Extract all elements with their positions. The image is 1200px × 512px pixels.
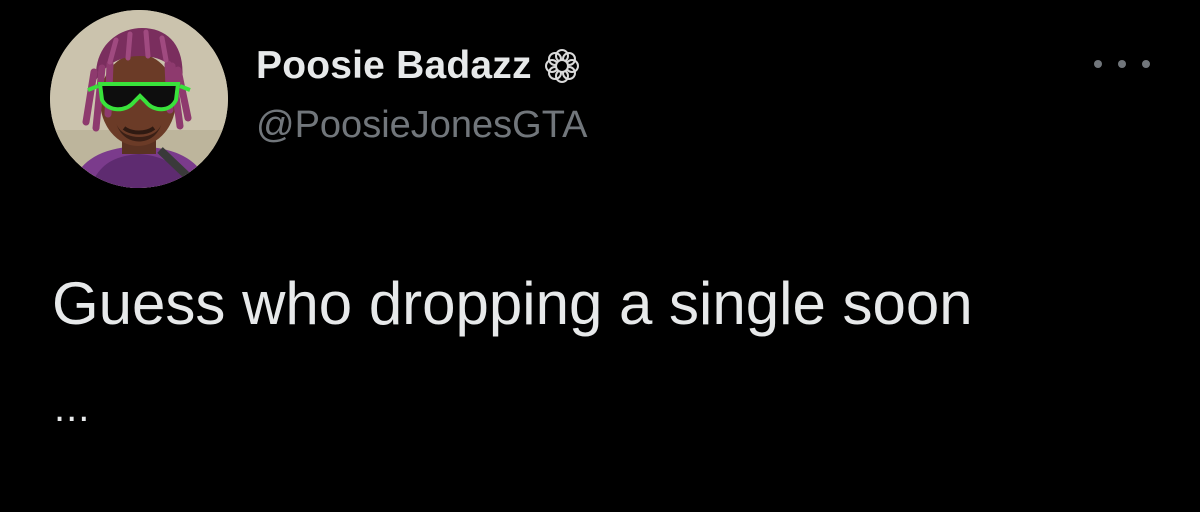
flower-icon [542,46,582,86]
more-options-icon[interactable] [1094,52,1150,76]
user-handle[interactable]: @PoosieJonesGTA [256,104,587,147]
tweet-ellipsis: ... [54,386,91,430]
display-name-row: Poosie Badazz [256,40,587,92]
more-dot [1118,60,1126,68]
tweet-card: Poosie Badazz @PoosieJonesGTA Guess who … [0,0,1200,512]
display-name[interactable]: Poosie Badazz [256,44,532,88]
more-dot [1094,60,1102,68]
avatar[interactable] [50,10,228,188]
tweet-header: Poosie Badazz @PoosieJonesGTA [256,40,587,147]
tweet-text: Guess who dropping a single soon [52,270,973,337]
more-dot [1142,60,1150,68]
